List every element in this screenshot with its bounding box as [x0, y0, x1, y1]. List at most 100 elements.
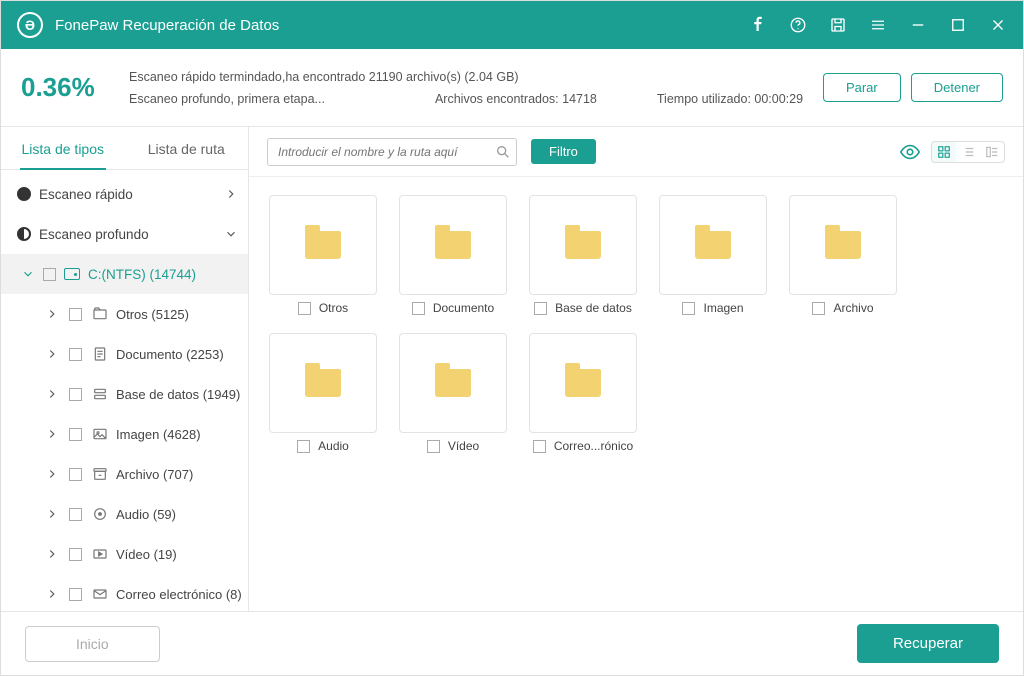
folder-icon	[565, 231, 601, 259]
tree-cat-archivo[interactable]: Archivo (707)	[1, 454, 248, 494]
image-icon	[92, 426, 108, 442]
archive-icon	[92, 466, 108, 482]
chevron-down-icon	[21, 267, 35, 281]
checkbox[interactable]	[69, 388, 82, 401]
tree-cat-video[interactable]: Vídeo (19)	[1, 534, 248, 574]
grid-item-video[interactable]: Vídeo	[397, 333, 509, 453]
view-grid-button[interactable]	[932, 142, 956, 162]
search-input[interactable]	[267, 138, 517, 166]
chevron-right-icon	[45, 387, 59, 401]
checkbox[interactable]	[412, 302, 425, 315]
tree-deep-scan[interactable]: Escaneo profundo	[1, 214, 248, 254]
folder-icon	[435, 231, 471, 259]
folder-icon	[305, 231, 341, 259]
checkbox[interactable]	[69, 428, 82, 441]
checkbox[interactable]	[297, 440, 310, 453]
tree-drive[interactable]: C:(NTFS) (14744)	[1, 254, 248, 294]
tab-types[interactable]: Lista de tipos	[1, 127, 125, 169]
folder-icon	[825, 231, 861, 259]
close-icon[interactable]	[989, 16, 1007, 34]
checkbox[interactable]	[682, 302, 695, 315]
audio-icon	[92, 506, 108, 522]
folder-thumb[interactable]	[399, 333, 507, 433]
tree-cat-email[interactable]: Correo electrónico (8)	[1, 574, 248, 611]
folder-thumb[interactable]	[659, 195, 767, 295]
grid-item-otros[interactable]: Otros	[267, 195, 379, 315]
folder-thumb[interactable]	[789, 195, 897, 295]
grid-item-correo[interactable]: Correo...rónico	[527, 333, 639, 453]
scan-percent: 0.36%	[21, 72, 111, 103]
email-icon	[92, 586, 108, 602]
app-title: FonePaw Recuperación de Datos	[55, 17, 279, 34]
checkbox[interactable]	[298, 302, 311, 315]
main-content: Filtro Otros Documento Base d	[249, 127, 1023, 611]
checkbox[interactable]	[69, 348, 82, 361]
maximize-icon[interactable]	[949, 16, 967, 34]
checkbox[interactable]	[69, 548, 82, 561]
preview-icon[interactable]	[899, 141, 921, 163]
folder-thumb[interactable]	[529, 195, 637, 295]
chevron-right-icon	[45, 547, 59, 561]
folder-thumb[interactable]	[269, 333, 377, 433]
bullet-half-icon	[17, 227, 31, 241]
recover-button[interactable]: Recuperar	[857, 624, 999, 663]
pause-button[interactable]: Parar	[823, 73, 901, 102]
grid-item-audio[interactable]: Audio	[267, 333, 379, 453]
start-button[interactable]: Inicio	[25, 626, 160, 662]
help-icon[interactable]	[789, 16, 807, 34]
bullet-icon	[17, 187, 31, 201]
checkbox[interactable]	[812, 302, 825, 315]
menu-icon[interactable]	[869, 16, 887, 34]
folder-grid: Otros Documento Base de datos Imagen Arc…	[249, 177, 1023, 611]
view-mode-group	[931, 141, 1005, 163]
grid-item-archivo[interactable]: Archivo	[787, 195, 899, 315]
category-tree: Escaneo rápido Escaneo profundo C:(NTFS)…	[1, 170, 248, 611]
sidebar: Lista de tipos Lista de ruta Escaneo ráp…	[1, 127, 249, 611]
checkbox[interactable]	[534, 302, 547, 315]
scan-summary-line2: Escaneo profundo, primera etapa...	[129, 92, 325, 106]
tree-cat-database[interactable]: Base de datos (1949)	[1, 374, 248, 414]
folder-thumb[interactable]	[269, 195, 377, 295]
view-list-button[interactable]	[956, 142, 980, 162]
document-icon	[92, 346, 108, 362]
chevron-right-icon	[224, 187, 238, 201]
tree-cat-documento[interactable]: Documento (2253)	[1, 334, 248, 374]
grid-item-documento[interactable]: Documento	[397, 195, 509, 315]
folder-icon	[695, 231, 731, 259]
checkbox[interactable]	[69, 508, 82, 521]
checkbox-drive[interactable]	[43, 268, 56, 281]
chevron-right-icon	[45, 507, 59, 521]
chevron-right-icon	[45, 427, 59, 441]
app-logo: Ə	[17, 12, 43, 38]
folder-icon	[565, 369, 601, 397]
chevron-down-icon	[224, 227, 238, 241]
files-found-label: Archivos encontrados: 14718	[435, 92, 597, 106]
save-icon[interactable]	[829, 16, 847, 34]
folder-thumb[interactable]	[529, 333, 637, 433]
checkbox[interactable]	[69, 468, 82, 481]
chevron-right-icon	[45, 467, 59, 481]
facebook-icon[interactable]	[749, 16, 767, 34]
grid-item-imagen[interactable]: Imagen	[657, 195, 769, 315]
scan-summary-line1: Escaneo rápido termindado,ha encontrado …	[129, 70, 803, 84]
chevron-right-icon	[45, 347, 59, 361]
database-icon	[92, 386, 108, 402]
tree-quick-scan[interactable]: Escaneo rápido	[1, 174, 248, 214]
tree-cat-audio[interactable]: Audio (59)	[1, 494, 248, 534]
checkbox[interactable]	[69, 308, 82, 321]
search-icon	[495, 144, 511, 160]
tree-cat-otros[interactable]: Otros (5125)	[1, 294, 248, 334]
checkbox[interactable]	[69, 588, 82, 601]
checkbox[interactable]	[533, 440, 546, 453]
tab-path[interactable]: Lista de ruta	[125, 127, 249, 169]
tree-cat-imagen[interactable]: Imagen (4628)	[1, 414, 248, 454]
search-field-wrapper	[267, 138, 517, 166]
folder-thumb[interactable]	[399, 195, 507, 295]
filter-button[interactable]: Filtro	[531, 139, 596, 164]
grid-item-base-de-datos[interactable]: Base de datos	[527, 195, 639, 315]
chevron-right-icon	[45, 587, 59, 601]
stop-button[interactable]: Detener	[911, 73, 1003, 102]
minimize-icon[interactable]	[909, 16, 927, 34]
checkbox[interactable]	[427, 440, 440, 453]
view-detail-button[interactable]	[980, 142, 1004, 162]
